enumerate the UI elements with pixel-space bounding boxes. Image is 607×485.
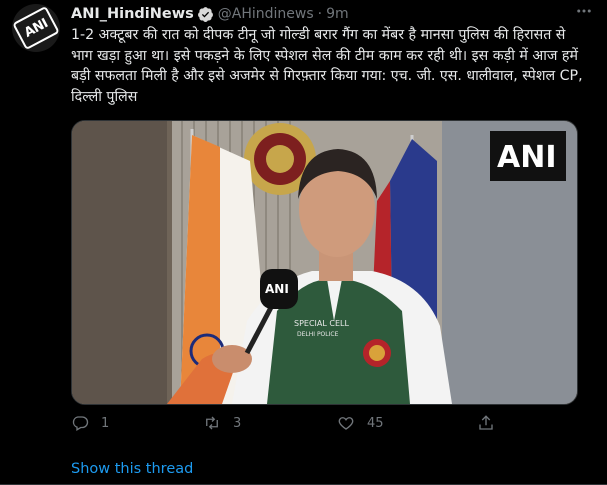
reply-count: 1 (101, 415, 110, 431)
heart-icon (338, 417, 354, 430)
like-count: 45 (367, 415, 384, 431)
verified-badge-icon (197, 6, 213, 22)
tweet-timestamp[interactable]: 9m (326, 6, 349, 22)
share-icon (479, 415, 493, 430)
retweet-count: 3 (233, 415, 242, 431)
author-name[interactable]: ANI_HindiNews (71, 6, 194, 22)
show-thread-link[interactable]: Show this thread (71, 461, 193, 477)
more-dots-glyph (577, 9, 591, 13)
ani-logo: ANI (12, 5, 60, 51)
retweet-button[interactable]: 3 (203, 414, 241, 432)
vest-subtext: DELHI POLICE (297, 331, 339, 338)
reply-button[interactable]: 1 (71, 414, 109, 432)
share-button[interactable] (477, 414, 507, 432)
author-handle[interactable]: @AHindinews (218, 6, 314, 22)
like-button[interactable]: 45 (337, 414, 384, 432)
tweet-text: 1-2 अक्टूबर की रात को दीपक टीनू जो गोल्ड… (71, 27, 583, 105)
avatar-logo-text: ANI (21, 15, 51, 41)
retweet-icon (206, 416, 218, 430)
ani-watermark: ANI (497, 140, 557, 175)
tweet[interactable]: ANI ANI_HindiNews @AHindinews · 9m 1-2 अ… (0, 0, 607, 485)
more-dots-icon[interactable] (575, 2, 593, 25)
vest-text: SPECIAL CELL (294, 319, 349, 328)
tweet-media-image[interactable]: SPECIAL CELL DELHI POLICE ANI ANI (71, 120, 578, 405)
separator-dot: · (317, 6, 323, 22)
mic-label: ANI (265, 282, 289, 296)
media-illustration: SPECIAL CELL DELHI POLICE ANI ANI (72, 121, 577, 404)
tweet-actions: 1 3 45 (71, 414, 501, 436)
tweet-header: ANI_HindiNews @AHindinews · 9m (71, 4, 349, 24)
avatar[interactable]: ANI (12, 4, 60, 52)
reply-icon (72, 416, 89, 431)
